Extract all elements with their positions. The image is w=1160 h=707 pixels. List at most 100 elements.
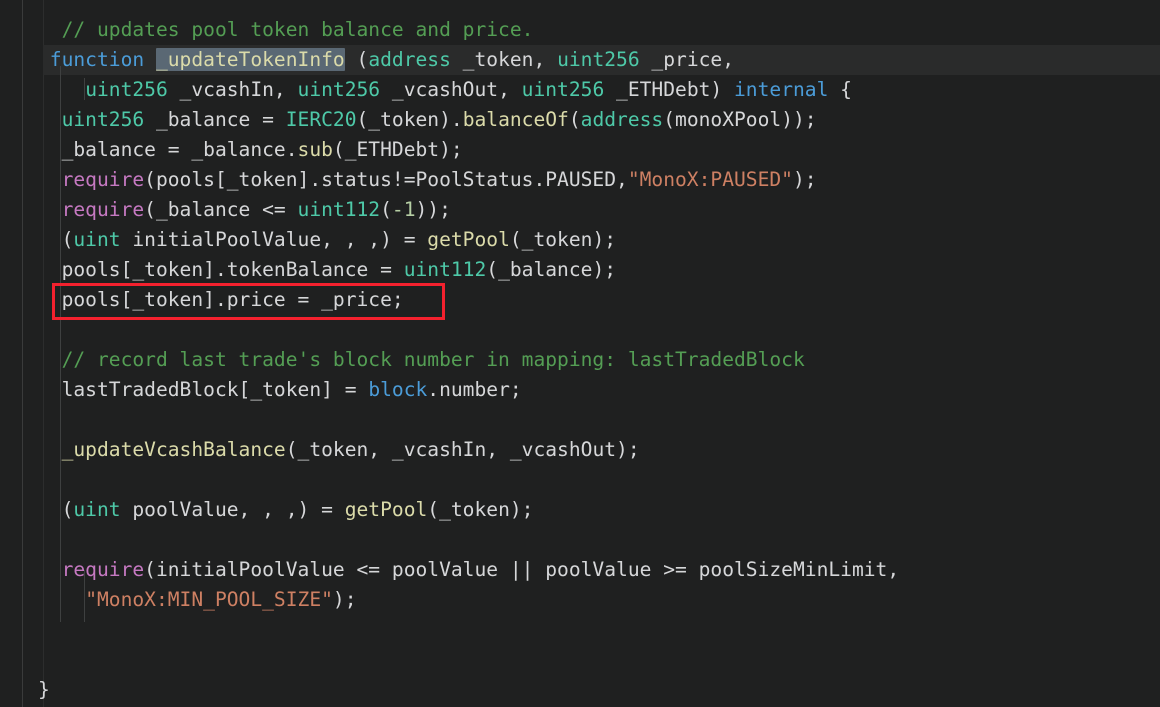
code-token: require: [61, 558, 145, 581]
code-line[interactable]: // updates pool token balance and price.: [0, 15, 1160, 45]
code-token: uint256: [85, 78, 168, 101]
code-token: _balance =: [144, 108, 286, 131]
code-token: uint256: [557, 48, 640, 71]
code-token: // updates pool token balance and price.: [61, 18, 534, 41]
code-token: .number;: [427, 378, 522, 401]
code-token: uint256: [521, 78, 605, 101]
code-token: (pools[_token].status!=PoolStatus.PAUSED…: [144, 168, 628, 191]
code-line[interactable]: // record last trade's block number in m…: [0, 345, 1160, 375]
code-token: pools[_token].price = _price;: [38, 288, 404, 311]
code-token: ));: [415, 198, 451, 221]
code-token: uint: [73, 498, 121, 521]
code-surface[interactable]: // updates pool token balance and price.…: [0, 0, 1160, 707]
code-token: address: [580, 108, 664, 131]
code-line[interactable]: [0, 525, 1160, 555]
code-token: _token,: [450, 48, 558, 71]
code-line[interactable]: "MonoX:MIN_POOL_SIZE");: [0, 585, 1160, 615]
code-token: (_token);: [427, 498, 534, 521]
code-token: -1: [391, 198, 416, 221]
code-token: );: [792, 168, 817, 191]
code-token: address: [368, 48, 451, 71]
code-token: (_balance <=: [144, 198, 298, 221]
code-token: (: [38, 228, 74, 251]
code-token: (_token).: [356, 108, 463, 131]
code-token: uint256: [297, 78, 381, 101]
code-line[interactable]: require(pools[_token].status!=PoolStatus…: [0, 165, 1160, 195]
indent-guide: [84, 570, 85, 622]
code-line[interactable]: pools[_token].price = _price;: [0, 285, 1160, 315]
code-token: require: [61, 168, 145, 191]
code-token: (: [344, 48, 369, 71]
code-token: _vcashOut,: [380, 78, 522, 101]
code-line[interactable]: (uint poolValue, , ,) = getPool(_token);: [0, 495, 1160, 525]
code-token: "MonoX:MIN_POOL_SIZE": [85, 588, 333, 611]
code-editor[interactable]: // updates pool token balance and price.…: [0, 0, 1160, 707]
code-token: (monoXPool));: [663, 108, 817, 131]
code-token: uint112: [403, 258, 487, 281]
code-token: internal: [734, 78, 829, 101]
code-token: function: [49, 48, 145, 71]
code-token: initialPoolValue, , ,) =: [120, 228, 428, 251]
code-line[interactable]: require(initialPoolValue <= poolValue ||…: [0, 555, 1160, 585]
code-token: {: [828, 78, 852, 101]
code-token: uint: [73, 228, 121, 251]
selected-token: _updateTokenInfo: [155, 48, 345, 71]
code-token: _ETHDebt): [604, 78, 735, 101]
code-line[interactable]: (uint initialPoolValue, , ,) = getPool(_…: [0, 225, 1160, 255]
code-token: _price,: [639, 48, 735, 71]
code-token: IERC20: [285, 108, 357, 131]
indent-guide: [60, 66, 61, 622]
code-line[interactable]: [0, 645, 1160, 675]
code-token: (initialPoolValue <= poolValue || poolVa…: [144, 558, 900, 581]
code-token: getPool: [344, 498, 428, 521]
code-line[interactable]: [0, 465, 1160, 495]
code-token: (_ETHDebt);: [332, 138, 463, 161]
code-token: block: [368, 378, 428, 401]
code-line[interactable]: lastTradedBlock[_token] = block.number;: [0, 375, 1160, 405]
code-token: (: [38, 498, 74, 521]
code-token: uint256: [61, 108, 145, 131]
code-token: sub: [297, 138, 333, 161]
code-line[interactable]: pools[_token].tokenBalance = uint112(_ba…: [0, 255, 1160, 285]
code-token: balanceOf: [462, 108, 569, 131]
code-token: );: [332, 588, 357, 611]
code-token: (_token);: [509, 228, 617, 251]
code-token: (: [568, 108, 581, 131]
code-line[interactable]: [0, 315, 1160, 345]
code-line[interactable]: function _updateTokenInfo (address _toke…: [0, 45, 1160, 75]
code-token: _balance = _balance.: [38, 138, 298, 161]
code-line[interactable]: uint256 _balance = IERC20(_token).balanc…: [0, 105, 1160, 135]
code-line[interactable]: require(_balance <= uint112(-1));: [0, 195, 1160, 225]
code-token: pools[_token].tokenBalance =: [38, 258, 404, 281]
code-line[interactable]: _balance = _balance.sub(_ETHDebt);: [0, 135, 1160, 165]
code-token: (: [380, 198, 392, 221]
code-token: "MonoX:PAUSED": [627, 168, 793, 191]
code-token: require: [61, 198, 145, 221]
code-token: poolValue, , ,) =: [120, 498, 345, 521]
code-token: lastTradedBlock[_token] =: [38, 378, 369, 401]
code-token: getPool: [427, 228, 510, 251]
code-line[interactable]: }: [0, 675, 1160, 705]
code-line[interactable]: _updateVcashBalance(_token, _vcashIn, _v…: [0, 435, 1160, 465]
code-token: (_balance);: [486, 258, 617, 281]
code-token: (_token, _vcashIn, _vcashOut);: [285, 438, 640, 461]
code-token: uint112: [297, 198, 381, 221]
code-line[interactable]: [0, 615, 1160, 645]
code-token: }: [38, 678, 50, 701]
code-token: _updateVcashBalance: [61, 438, 286, 461]
code-line[interactable]: uint256 _vcashIn, uint256 _vcashOut, uin…: [0, 75, 1160, 105]
code-token: // record last trade's block number in m…: [61, 348, 805, 371]
code-line[interactable]: [0, 405, 1160, 435]
code-token: _vcashIn,: [167, 78, 298, 101]
